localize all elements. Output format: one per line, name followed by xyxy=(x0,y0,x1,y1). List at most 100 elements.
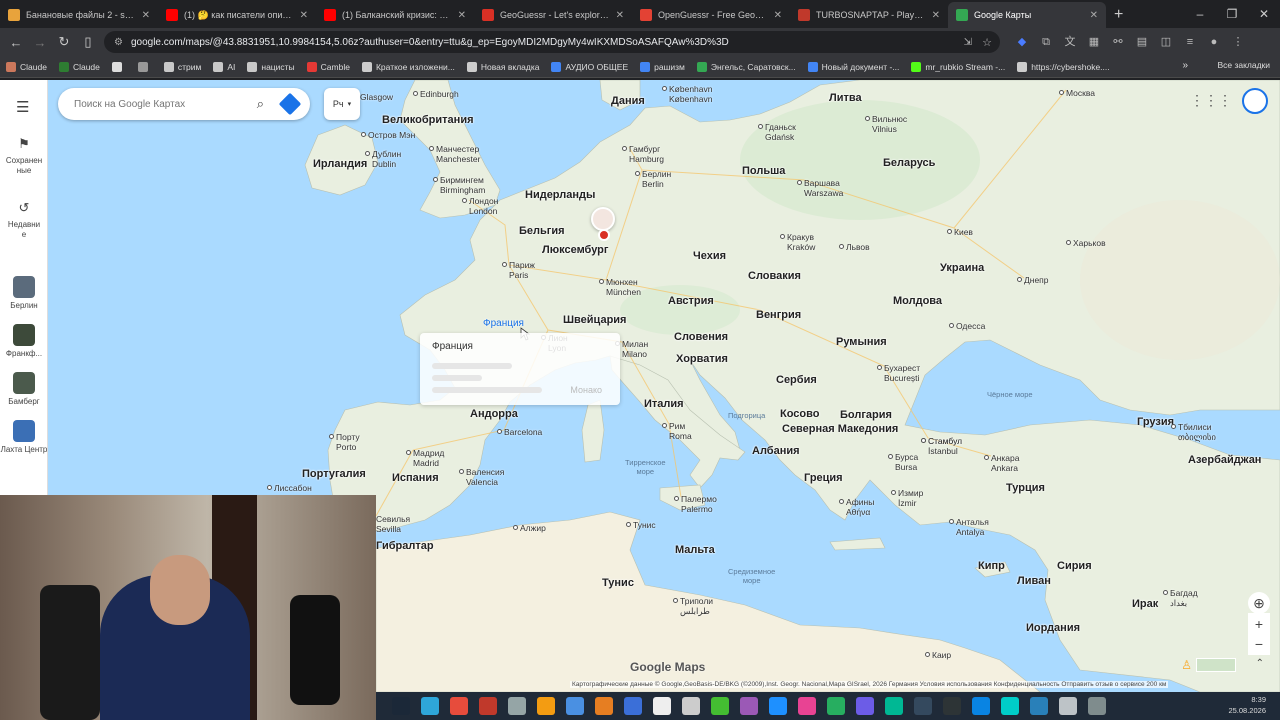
reload-icon[interactable]: ↻ xyxy=(52,34,76,50)
city-label[interactable]: Вильнюс Vilnius xyxy=(872,114,907,134)
bookmarks-overflow-icon[interactable]: » xyxy=(1182,60,1188,71)
saved-button[interactable]: ⚑ Сохранен ные xyxy=(0,136,48,176)
country-label[interactable]: Гибралтар xyxy=(376,540,434,552)
puzzle-icon[interactable]: ⧉ xyxy=(1034,32,1058,52)
country-label[interactable]: Андорра xyxy=(470,408,518,420)
recent-place-item[interactable]: Лахта Центр xyxy=(0,420,48,454)
close-window-button[interactable]: ✕ xyxy=(1248,0,1280,28)
city-label[interactable]: Бирмингем Birmingham xyxy=(440,175,485,195)
bookmark-item[interactable]: стрим xyxy=(163,61,201,72)
hover-country-label[interactable]: Франция xyxy=(483,318,524,329)
taskbar-app-icon[interactable] xyxy=(450,697,468,715)
bookmark-item[interactable]: АУДИО ОБЩЕЕ xyxy=(551,61,628,72)
country-label[interactable]: Румыния xyxy=(836,336,887,348)
city-label[interactable]: København København xyxy=(669,84,712,104)
tab-close-icon[interactable]: ✕ xyxy=(616,10,624,21)
city-label[interactable]: Рим Roma xyxy=(669,421,692,441)
city-label[interactable]: Glasgow xyxy=(360,92,393,102)
country-label[interactable]: Кипр xyxy=(978,560,1005,572)
taskbar-app-icon[interactable] xyxy=(624,697,642,715)
taskbar-app-icon[interactable] xyxy=(479,697,497,715)
bookmark-item[interactable]: mr_rubkio Stream -... xyxy=(911,61,1005,72)
city-label[interactable]: Тбилиси თბილისი xyxy=(1178,422,1216,442)
city-label[interactable]: Варшава Warszawa xyxy=(804,178,843,198)
city-label[interactable]: Алжир xyxy=(520,523,546,533)
account-avatar[interactable] xyxy=(1242,88,1268,114)
search-box[interactable]: ⌕ xyxy=(58,88,310,120)
new-tab-button[interactable]: + xyxy=(1114,2,1123,28)
taskbar-app-icon[interactable] xyxy=(740,697,758,715)
country-label[interactable]: Великобритания xyxy=(382,114,474,126)
country-label[interactable]: Болгария xyxy=(840,409,892,421)
bookmark-item[interactable]: https://cybershoke.... xyxy=(1017,61,1110,72)
country-label[interactable]: Молдова xyxy=(893,295,942,307)
country-label[interactable]: Бельгия xyxy=(519,225,565,237)
city-label[interactable]: Edinburgh xyxy=(420,89,459,99)
city-label[interactable]: Тунис xyxy=(633,520,656,530)
city-label[interactable]: Харьков xyxy=(1073,238,1106,248)
bookmark-item[interactable]: нацисты xyxy=(247,61,295,72)
country-label[interactable]: Украина xyxy=(940,262,984,274)
taskbar-app-icon[interactable] xyxy=(914,697,932,715)
taskbar-app-icon[interactable] xyxy=(1088,697,1106,715)
install-app-icon[interactable]: ⇲ xyxy=(964,37,972,48)
country-label[interactable]: Беларусь xyxy=(883,157,935,169)
country-label[interactable]: Дания xyxy=(611,95,645,107)
country-label[interactable]: Греция xyxy=(804,472,843,484)
recent-place-item[interactable]: Берлин xyxy=(0,276,48,310)
recent-place-item[interactable]: Бамберг xyxy=(0,372,48,406)
city-label[interactable]: Мадрид Madrid xyxy=(413,448,444,468)
city-label[interactable]: Гамбург Hamburg xyxy=(629,144,664,164)
profile-avatar-icon[interactable]: ● xyxy=(1202,32,1226,52)
taskbar-app-icon[interactable] xyxy=(827,697,845,715)
city-label[interactable]: Берлин Berlin xyxy=(642,169,671,189)
search-icon[interactable]: ⌕ xyxy=(257,96,264,112)
more-menu-icon[interactable]: ⋮ xyxy=(1226,32,1250,52)
city-label[interactable]: Гданьск Gdańsk xyxy=(765,122,796,142)
city-label[interactable]: Палермо Palermo xyxy=(681,494,717,514)
recent-button[interactable]: ↺ Недавни е xyxy=(0,200,48,240)
tab-close-icon[interactable]: ✕ xyxy=(932,10,940,21)
link-icon[interactable]: ⚯ xyxy=(1106,32,1130,52)
recent-place-item[interactable]: Франкф... xyxy=(0,324,48,358)
tab-close-icon[interactable]: ✕ xyxy=(458,10,466,21)
tab[interactable]: Банановые файлы 2 - sansgoti ✕ xyxy=(0,2,158,28)
taskbar-app-icon[interactable] xyxy=(653,697,671,715)
site-info-icon[interactable]: ⚙ xyxy=(114,37,123,48)
bookmark-item[interactable]: Краткое изложени... xyxy=(361,61,455,72)
country-label[interactable]: Польша xyxy=(742,165,785,177)
menu-icon[interactable]: ☰ xyxy=(16,98,29,116)
city-label[interactable]: Каир xyxy=(932,650,951,660)
extension-icon[interactable]: ◆ xyxy=(1010,32,1034,52)
bookmark-item[interactable] xyxy=(137,61,152,72)
split-view-icon[interactable]: ▯ xyxy=(76,34,100,50)
city-label[interactable]: Манчестер Manchester xyxy=(436,144,480,164)
city-label[interactable]: Париж Paris xyxy=(509,260,535,280)
taskbar-app-icon[interactable] xyxy=(537,697,555,715)
city-label[interactable]: Киев xyxy=(954,227,973,237)
layer-lang-button[interactable]: Рч ▾ xyxy=(324,88,360,120)
taskbar-app-icon[interactable] xyxy=(769,697,787,715)
taskbar-app-icon[interactable] xyxy=(392,697,410,715)
tab[interactable]: (1) Балканский кризис: Как на ✕ xyxy=(316,2,474,28)
bookmark-star-icon[interactable]: ☆ xyxy=(982,36,992,49)
tab-close-icon[interactable]: ✕ xyxy=(142,10,150,21)
bookmark-item[interactable]: Новый документ -... xyxy=(807,61,899,72)
country-label[interactable]: Австрия xyxy=(668,295,714,307)
city-label[interactable]: Анталья Antalya xyxy=(956,517,989,537)
sea-label[interactable]: Средиземное море xyxy=(728,567,775,585)
expand-icon[interactable]: ⌃ xyxy=(1256,658,1264,669)
country-label[interactable]: Испания xyxy=(392,472,439,484)
tab-close-icon[interactable]: ✕ xyxy=(1090,10,1098,21)
country-label[interactable]: Тунис xyxy=(602,577,634,589)
city-label[interactable]: Бухарест București xyxy=(884,363,920,383)
bookmark-item[interactable]: Claude xyxy=(6,61,47,72)
country-label[interactable]: Грузия xyxy=(1137,416,1174,428)
city-label[interactable]: Львов xyxy=(846,242,870,252)
country-label[interactable]: Швейцария xyxy=(563,314,626,326)
taskbar-app-icon[interactable] xyxy=(682,697,700,715)
city-label[interactable]: Лондон London xyxy=(469,196,498,216)
country-label[interactable]: Северная Македония xyxy=(782,423,898,435)
taskbar-app-icon[interactable] xyxy=(595,697,613,715)
back-icon[interactable]: ← xyxy=(4,35,28,50)
